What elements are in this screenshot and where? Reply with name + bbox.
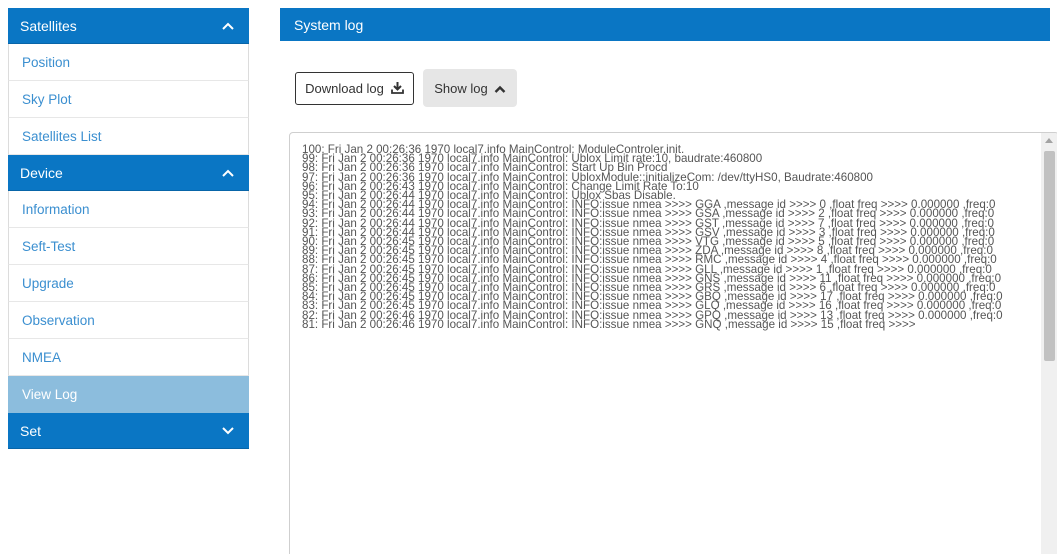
chevron-up-icon	[221, 19, 235, 33]
sidebar-section-satellites[interactable]: Satellites	[8, 8, 249, 44]
log-scrollbar[interactable]	[1041, 133, 1057, 554]
download-log-button[interactable]: Download log	[295, 72, 414, 105]
sidebar-item-nmea[interactable]: NMEA	[8, 339, 249, 376]
sidebar-section-set[interactable]: Set	[8, 413, 249, 449]
sidebar-section-title: Satellites	[20, 17, 77, 34]
show-log-button[interactable]: Show log	[423, 69, 517, 107]
log-text: 100: Fri Jan 2 00:26:36 1970 local7.info…	[302, 144, 1032, 331]
sidebar-item-information[interactable]: Information	[8, 191, 249, 228]
sidebar-item-satellites-list[interactable]: Satellites List	[8, 118, 249, 155]
chevron-up-icon	[494, 81, 506, 96]
sidebar-section-title: Set	[20, 422, 42, 439]
chevron-up-icon	[221, 166, 235, 180]
page-title: System log	[294, 16, 364, 33]
download-log-label: Download log	[305, 81, 384, 96]
sidebar-item-view-log[interactable]: View Log	[8, 376, 249, 413]
log-output[interactable]: 100: Fri Jan 2 00:26:36 1970 local7.info…	[289, 132, 1057, 554]
system-log-panel: System log Download log Show log 100: Fr…	[280, 8, 1057, 554]
download-icon	[390, 81, 404, 97]
log-actions: Download log Show log	[295, 69, 517, 107]
sidebar-item-sky-plot[interactable]: Sky Plot	[8, 81, 249, 118]
sidebar-section-device[interactable]: Device	[8, 155, 249, 191]
sidebar-section-title: Device	[20, 164, 63, 181]
sidebar-item-seft-test[interactable]: Seft-Test	[8, 228, 249, 265]
panel-header: System log	[280, 8, 1050, 41]
sidebar-item-observation[interactable]: Observation	[8, 302, 249, 339]
show-log-label: Show log	[434, 80, 488, 96]
sidebar-nav: Satellites Position Sky Plot Satellites …	[8, 8, 249, 449]
scroll-up-arrow-icon[interactable]	[1045, 138, 1053, 143]
sidebar-item-upgrade[interactable]: Upgrade	[8, 265, 249, 302]
scroll-thumb[interactable]	[1044, 151, 1055, 361]
chevron-down-icon	[221, 424, 235, 438]
sidebar-item-position[interactable]: Position	[8, 44, 249, 81]
